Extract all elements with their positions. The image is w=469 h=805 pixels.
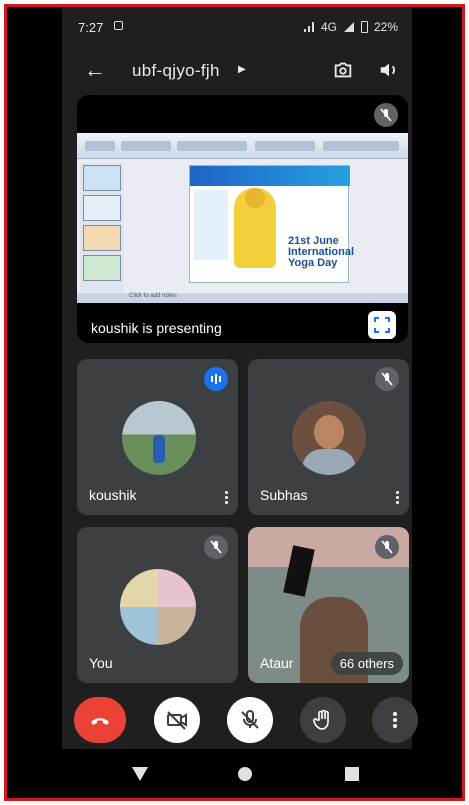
screenshot-frame: 7:27 4G 22% ← ubf-qjyo-fjh ▶ 21st June I…	[4, 4, 465, 801]
network-type: 4G	[320, 20, 337, 34]
more-options-icon[interactable]	[224, 489, 228, 505]
participant-name: You	[89, 655, 113, 671]
more-options-icon[interactable]	[395, 489, 399, 505]
hand-icon	[313, 709, 329, 730]
status-bar: 7:27 4G 22%	[62, 7, 412, 47]
status-time: 7:27	[78, 20, 104, 35]
slide-thumbnail	[83, 255, 121, 281]
notification-icon	[114, 21, 123, 30]
more-options-button[interactable]	[372, 697, 418, 743]
nav-home-icon[interactable]	[238, 767, 252, 781]
presenting-label: koushik is presenting	[91, 320, 222, 336]
avatar-face	[314, 415, 344, 449]
meeting-code[interactable]: ubf-qjyo-fjh	[132, 61, 220, 81]
participant-tile-you[interactable]: You	[77, 527, 238, 683]
nav-recents-icon[interactable]	[345, 767, 359, 781]
speaker-icon[interactable]	[378, 59, 400, 81]
muted-mic-icon	[375, 367, 399, 391]
phone-screen: 7:27 4G 22% ← ubf-qjyo-fjh ▶ 21st June I…	[62, 7, 418, 798]
avatar-figure	[153, 435, 165, 463]
poster-left-column	[194, 190, 228, 260]
participant-tile-koushik[interactable]: koushik	[77, 359, 238, 515]
poster-header-band	[190, 166, 350, 186]
ppt-ribbon	[77, 133, 408, 159]
presentation-tile[interactable]: 21st June International Yoga Day Click t…	[77, 95, 408, 343]
muted-mic-icon	[204, 535, 228, 559]
hang-up-icon	[91, 718, 109, 725]
participant-name: Subhas	[260, 487, 308, 503]
slide-thumbnail	[83, 195, 121, 221]
avatar	[122, 401, 196, 475]
yoga-day-poster: 21st June International Yoga Day	[189, 165, 355, 283]
slide-thumbnails	[80, 163, 124, 295]
nav-back-icon[interactable]	[132, 767, 148, 781]
call-controls	[62, 697, 418, 749]
end-call-button[interactable]	[74, 697, 126, 743]
participant-name: koushik	[89, 487, 137, 503]
muted-mic-icon	[375, 535, 399, 559]
more-vert-icon	[393, 712, 397, 728]
android-nav-bar	[62, 749, 412, 798]
others-count-badge[interactable]: 66 others	[330, 652, 403, 675]
caret-right-icon[interactable]: ▶	[238, 64, 246, 75]
mic-toggle-button[interactable]	[227, 697, 273, 743]
speaking-indicator-icon	[204, 367, 228, 391]
slide-thumbnail	[83, 225, 121, 251]
avatar	[292, 401, 366, 475]
avatar-shirt	[302, 449, 356, 475]
battery-icon	[360, 21, 368, 33]
participant-name: Ataur	[260, 655, 294, 671]
mic-off-icon	[241, 710, 259, 729]
slide-status-bar: Click to add notes	[77, 293, 408, 303]
raise-hand-button[interactable]	[300, 697, 346, 743]
back-arrow-icon[interactable]: ←	[84, 57, 106, 83]
slide-thumbnail	[83, 165, 121, 191]
participant-tile-ataur[interactable]: Ataur 66 others	[248, 527, 409, 683]
cell-signal-icon	[343, 22, 354, 32]
participant-tile-subhas[interactable]: Subhas	[248, 359, 409, 515]
muted-mic-icon	[374, 103, 398, 127]
camera-off-icon	[167, 711, 187, 730]
camera-toggle-button[interactable]	[154, 697, 200, 743]
battery-percent: 22%	[373, 20, 398, 34]
yoga-figure-head	[245, 188, 265, 208]
status-right: 4G 22%	[303, 20, 398, 34]
fullscreen-icon	[374, 317, 390, 333]
shared-slide: 21st June International Yoga Day Click t…	[77, 133, 408, 303]
avatar	[120, 569, 196, 645]
meeting-top-bar: ← ubf-qjyo-fjh ▶	[62, 47, 412, 95]
switch-camera-icon[interactable]	[332, 59, 354, 81]
signal-icon	[303, 22, 314, 32]
fullscreen-button[interactable]	[368, 311, 396, 339]
poster-title: 21st June International Yoga Day	[288, 235, 355, 269]
